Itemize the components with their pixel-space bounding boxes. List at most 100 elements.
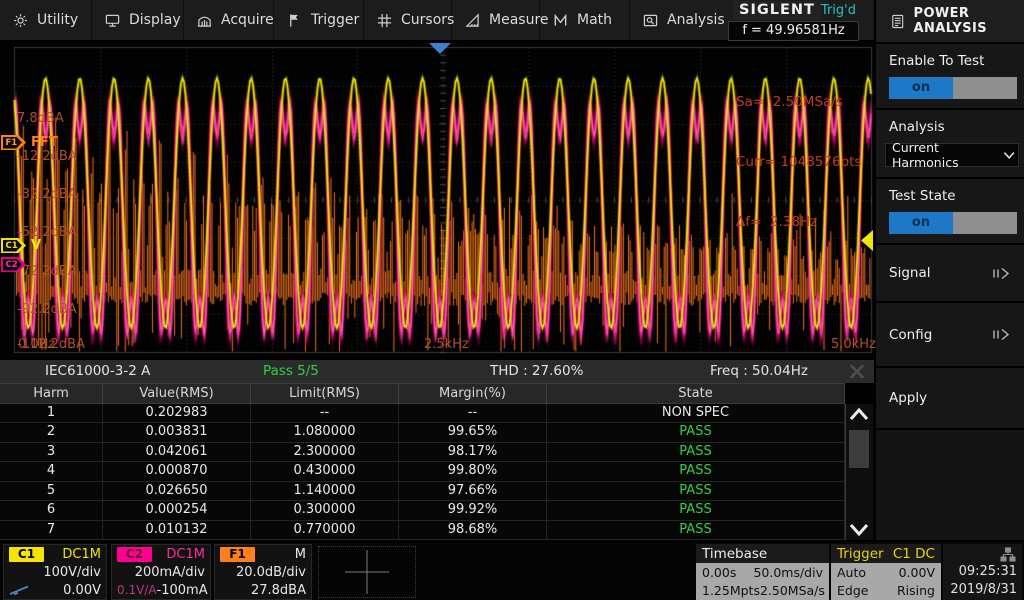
toggle-off-track xyxy=(953,77,1017,99)
timebase-label: Timebase xyxy=(702,546,767,562)
c2-coupling: DC1M xyxy=(166,547,205,562)
sidebar-empty-area xyxy=(876,430,1024,540)
signal-menu-item[interactable]: Signal xyxy=(876,245,1024,303)
status-footer: C1 DC1M 100V/div 0.00V C2 DC1M 200mA/div… xyxy=(0,540,1024,600)
section-test-state: Test State on xyxy=(876,179,1024,245)
f1-mode: M xyxy=(295,547,306,562)
oscilloscope-screen: Utility Display Acquire Trigger Cursors … xyxy=(0,0,1024,600)
analysis-selected-value: Current Harmonics xyxy=(892,140,1003,170)
analysis-label: Analysis xyxy=(876,110,1024,135)
empty-channel-slot[interactable] xyxy=(318,546,416,598)
menu-item-acquire[interactable]: Acquire xyxy=(184,0,274,40)
c1-badge: C1 xyxy=(9,547,44,562)
close-icon[interactable] xyxy=(846,361,868,382)
scrollbar-thumb[interactable] xyxy=(849,430,869,468)
table-row[interactable]: 10.202983----NON SPEC xyxy=(0,404,845,423)
menu-label: Cursors xyxy=(401,12,454,28)
menu-label: Acquire xyxy=(221,12,274,28)
math-f1-descriptor[interactable]: F1 M 20.0dB/div 27.8dBA xyxy=(214,544,312,600)
c1-offset-slope-icon xyxy=(9,585,29,595)
display-icon xyxy=(105,13,120,28)
timebase-descriptor[interactable]: Timebase 0.00s 50.0ms/div 1.25Mpts 2.50M… xyxy=(696,544,829,600)
frequency-counter: f = 49.96581Hz xyxy=(728,21,859,41)
config-menu-item[interactable]: Config xyxy=(876,303,1024,368)
f1-badge: F1 xyxy=(220,547,255,562)
acquire-icon xyxy=(197,13,212,28)
scroll-up-icon[interactable] xyxy=(849,406,869,422)
table-row[interactable]: 40.0008700.43000099.80%PASS xyxy=(0,462,845,481)
scroll-down-icon[interactable] xyxy=(849,522,869,538)
table-scrollbar[interactable] xyxy=(845,404,873,540)
delta-f-readout: Δf= 2.38Hz xyxy=(736,212,861,232)
menu-item-utility[interactable]: Utility xyxy=(0,0,92,40)
f1-position-marker[interactable]: F1 xyxy=(1,135,26,150)
clock-panel[interactable]: 09:25:31 2019/8/31 xyxy=(943,544,1022,600)
test-state-label: Test State xyxy=(876,179,1024,204)
table-row[interactable]: 70.0101320.77000098.68%PASS xyxy=(0,521,845,540)
table-row[interactable]: 20.0038311.08000099.65%PASS xyxy=(0,423,845,442)
toggle-off-track xyxy=(953,212,1017,234)
menu-label: Display xyxy=(129,12,181,28)
measure-icon xyxy=(465,13,480,28)
c2-offset: -100mA xyxy=(157,583,208,598)
table-row[interactable]: 60.0002540.30000099.92%PASS xyxy=(0,501,845,520)
toggle-on-state: on xyxy=(889,77,953,99)
analysis-select[interactable]: Current Harmonics xyxy=(885,143,1019,167)
trigger-status: Trig'd xyxy=(821,3,856,18)
menu-item-trigger[interactable]: Trigger xyxy=(274,0,364,40)
c1-coupling: DC1M xyxy=(62,547,101,562)
enable-to-test-toggle[interactable]: on xyxy=(889,77,1017,99)
signal-label: Signal xyxy=(889,265,930,281)
test-state-toggle[interactable]: on xyxy=(889,212,1017,234)
menu-label: Utility xyxy=(37,12,78,28)
system-date: 2019/8/31 xyxy=(950,582,1017,597)
panel-title: POWER ANALYSIS xyxy=(914,6,1024,36)
apply-button[interactable]: Apply xyxy=(876,368,1024,430)
system-time: 09:25:31 xyxy=(959,564,1017,579)
channel2-descriptor[interactable]: C2 DC1M 200mA/div 0.1V/A -100mA xyxy=(111,544,211,600)
network-icon xyxy=(1000,547,1016,562)
trigger-mode: Auto xyxy=(837,565,866,580)
trigger-source: C1 DC xyxy=(893,546,935,562)
apply-label: Apply xyxy=(889,390,927,406)
timebase-sample-rate: 2.50MSa/s xyxy=(760,583,825,598)
c1-scale: 100V/div xyxy=(43,565,101,580)
harmonics-table: 10.202983----NON SPEC 20.0038311.0800009… xyxy=(0,404,845,540)
c2-position-marker[interactable]: C2 xyxy=(1,257,26,272)
gear-icon xyxy=(13,13,28,28)
harmonics-table-header: Harm Value(RMS) Limit(RMS) Margin(%) Sta… xyxy=(0,383,845,404)
crosshair-icon xyxy=(319,547,415,597)
c1-offset: 0.00V xyxy=(63,583,101,598)
trigger-descriptor[interactable]: Trigger C1 DC Auto 0.00V Edge Rising xyxy=(831,544,941,600)
menu-item-cursors[interactable]: Cursors xyxy=(364,0,452,40)
menu-item-analysis[interactable]: Analysis xyxy=(630,0,726,40)
c1-position-marker[interactable]: C1 xyxy=(1,238,26,253)
pass-count: Pass 5/5 xyxy=(263,363,319,379)
freq-readout: Freq : 50.04Hz xyxy=(710,363,808,379)
timebase-scale: 50.0ms/div xyxy=(753,565,823,580)
trigger-type: Edge xyxy=(837,583,868,598)
col-header-margin: Margin(%) xyxy=(399,384,547,403)
col-header-harm: Harm xyxy=(0,384,103,403)
col-header-value: Value(RMS) xyxy=(103,384,251,403)
cursors-icon xyxy=(377,13,392,28)
c2-badge: C2 xyxy=(117,547,152,562)
standard-name: IEC61000-3-2 A xyxy=(45,363,150,379)
analysis-icon xyxy=(643,13,658,28)
menu-label: Trigger xyxy=(311,12,359,28)
table-row[interactable]: 30.0420612.30000098.17%PASS xyxy=(0,443,845,462)
col-header-state: State xyxy=(547,384,845,403)
channel1-descriptor[interactable]: C1 DC1M 100V/div 0.00V xyxy=(3,544,107,600)
menu-item-math[interactable]: Math xyxy=(540,0,630,40)
menu-item-display[interactable]: Display xyxy=(92,0,184,40)
col-header-limit: Limit(RMS) xyxy=(251,384,399,403)
power-analysis-panel: POWER ANALYSIS Enable To Test on Analysi… xyxy=(874,0,1024,540)
acquisition-info: Sa= 2.50MSa/s Curr= 1048576pts Δf= 2.38H… xyxy=(736,52,861,272)
siglent-logo: SIGLENT xyxy=(733,1,821,20)
config-label: Config xyxy=(889,327,932,343)
submenu-arrow-icon xyxy=(991,327,1011,342)
test-results-bar: IEC61000-3-2 A Pass 5/5 THD : 27.60% Fre… xyxy=(0,360,874,383)
menu-item-measure[interactable]: Measure xyxy=(452,0,540,40)
table-row[interactable]: 50.0266501.14000097.66%PASS xyxy=(0,482,845,501)
submenu-arrow-icon xyxy=(991,266,1011,281)
